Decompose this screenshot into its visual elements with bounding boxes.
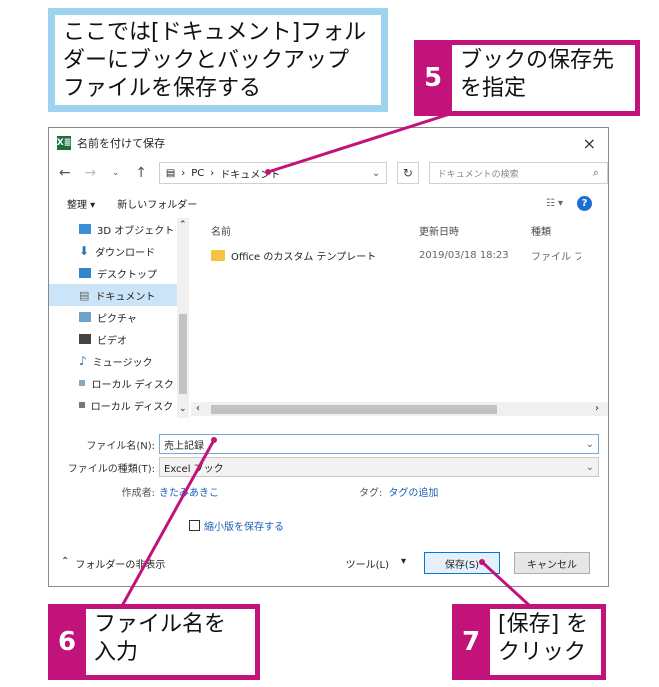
new-folder-button[interactable]: 新しいフォルダー [117,196,197,211]
document-icon: ▤ [79,288,90,302]
step-7-line-1: [保存] を [498,612,589,637]
organize-button[interactable]: 整理 ▾ [67,196,95,211]
step-7-line-2: クリック [498,640,587,665]
thumbnail-label[interactable]: 縮小版を保存する [204,518,284,533]
music-icon: ♪ [79,354,87,368]
search-icon: ⌕ [592,166,599,179]
step-6-callout: 6 ファイル名を 入力 [48,604,260,680]
tags-value[interactable]: タグの追加 [388,484,438,499]
step-5-line-2: を指定 [460,76,527,101]
nav-scrollbar-thumb[interactable] [179,314,187,394]
nav-item-documents[interactable]: ▤ ドキュメント [49,284,188,306]
filetype-label: ファイルの種類(T): [67,463,155,475]
file-type: ファイル フォ [531,251,581,263]
tags-label: タグ: [359,488,383,499]
command-bar: 整理 ▾ 新しいフォルダー ☷ ▾ ? [49,188,608,218]
search-input[interactable]: ドキュメントの検索 ⌕ [428,162,608,184]
dialog-title: 名前を付けて保存 [77,137,165,150]
save-button[interactable]: 保存(S) [424,552,500,574]
file-row[interactable]: Office のカスタム テンプレート 2019/03/18 18:23 ファイ… [191,242,608,268]
doc-folder-icon: ▤ [165,167,176,179]
step-5-number: 5 [423,63,443,93]
navigation-pane: 3D オブジェクト ⬇ ダウンロード デスクトップ ▤ ドキュメント ピクチャ ビデ… [49,218,189,418]
column-date[interactable]: 更新日時 [419,223,531,238]
scroll-left-icon[interactable]: ‹ [196,403,200,414]
nav-item-local-disk-c[interactable]: ローカル ディスク (C [49,372,188,394]
help-icon[interactable]: ? [577,195,592,211]
folder-icon [211,249,225,261]
cube-icon [79,224,91,234]
step-5-line-1: ブックの保存先 [460,48,615,73]
excel-icon: X≣ [56,136,72,150]
nav-item-videos[interactable]: ビデオ [49,328,188,350]
filename-label: ファイル名(N): [86,440,155,452]
step-6-line-2: 入力 [94,640,139,665]
nav-item-pictures[interactable]: ピクチャ [49,306,188,328]
intro-line-1: ここでは[ドキュメント]フォル [63,20,367,45]
hide-folders-toggle[interactable]: ⌃ フォルダーの非表示 [61,556,165,571]
file-list: 名前 更新日時 種類 Office のカスタム テンプレート 2019/03/1… [191,218,608,418]
close-button[interactable]: × [583,134,596,153]
tools-menu[interactable]: ツール(L) ▾ [346,556,406,571]
metadata-row: 作成者: きたみあきこ タグ: タグの追加 [49,484,439,499]
desktop-icon [79,268,91,278]
step-7-number: 7 [461,627,481,657]
column-name[interactable]: 名前 [191,223,419,238]
breadcrumb-documents[interactable]: ドキュメント [220,166,280,181]
refresh-icon[interactable]: ↻ [397,162,419,184]
intro-callout: ここでは[ドキュメント]フォル ダーにブックとバックアップ ファイルを保存する [48,8,388,112]
forward-arrow-icon[interactable]: → [82,165,97,181]
step-6-line-1: ファイル名を [94,612,227,637]
drive-icon [79,380,86,386]
file-list-scrollbar-thumb[interactable] [211,405,497,414]
save-as-dialog: X≣ 名前を付けて保存 × ← → ⌄ ↑ ▤ › PC › ドキュメント ⌄ … [48,127,609,587]
chevron-up-icon: ⌃ [61,555,70,567]
breadcrumb-pc[interactable]: PC [191,168,204,179]
filetype-row: ファイルの種類(T): Excel ブック ⌄ [49,457,599,477]
filename-input[interactable]: 売上記録 ⌄ [159,434,599,454]
dialog-footer: ⌃ フォルダーの非表示 ツール(L) ▾ 保存(S) キャンセル [49,548,608,578]
column-header-row: 名前 更新日時 種類 [191,218,608,242]
author-value[interactable]: きたみあきこ [159,484,359,499]
nav-item-3d-objects[interactable]: 3D オブジェクト [49,218,188,240]
nav-item-music[interactable]: ♪ ミュージック [49,350,188,372]
filetype-select[interactable]: Excel ブック ⌄ [159,457,599,477]
filename-row: ファイル名(N): 売上記録 ⌄ [49,434,599,454]
file-date: 2019/03/18 18:23 [419,249,509,261]
step-6-number: 6 [57,627,77,657]
intro-line-3: ファイルを保存する [63,76,262,101]
address-bar[interactable]: ▤ › PC › ドキュメント ⌄ [158,162,388,184]
cancel-button[interactable]: キャンセル [514,552,590,574]
thumbnail-checkbox[interactable] [189,520,200,531]
up-arrow-icon[interactable]: ↑ [133,165,148,181]
chevron-down-icon[interactable]: ⌄ [586,462,594,473]
chevron-down-icon[interactable]: ⌄ [372,168,380,179]
scroll-right-icon[interactable]: › [595,403,599,414]
thumbnail-row: 縮小版を保存する [189,518,284,533]
video-icon [79,334,91,344]
step-7-callout: 7 [保存] を クリック [452,604,606,680]
intro-line-2: ダーにブックとバックアップ [63,48,350,73]
view-options-icon[interactable]: ☷ ▾ [546,198,563,209]
nav-item-local-disk-d[interactable]: ローカル ディスク (D [49,394,188,416]
back-arrow-icon[interactable]: ← [57,165,72,181]
title-bar: X≣ 名前を付けて保存 × [49,128,608,158]
download-icon: ⬇ [79,244,90,258]
column-type[interactable]: 種類 [531,223,551,238]
step-5-callout: 5 ブックの保存先 を指定 [414,40,640,116]
picture-icon [79,312,91,322]
chevron-down-icon: ▾ [400,555,406,567]
navigation-bar: ← → ⌄ ↑ ▤ › PC › ドキュメント ⌄ ↻ ドキュメントの検索 ⌕ [49,158,608,188]
chevron-down-icon[interactable]: ⌄ [586,439,594,450]
scroll-up-icon[interactable]: ⌃ [179,220,187,230]
scroll-down-icon[interactable]: ⌄ [179,404,187,414]
file-name: Office のカスタム テンプレート [231,251,377,263]
recent-chevron-icon[interactable]: ⌄ [108,168,123,178]
search-placeholder: ドキュメントの検索 [437,169,519,180]
nav-item-downloads[interactable]: ⬇ ダウンロード [49,240,188,262]
nav-item-desktop[interactable]: デスクトップ [49,262,188,284]
drive-icon [79,402,85,408]
author-label: 作成者: [121,488,155,499]
browser-panes: 3D オブジェクト ⬇ ダウンロード デスクトップ ▤ ドキュメント ピクチャ ビデ… [49,218,608,418]
